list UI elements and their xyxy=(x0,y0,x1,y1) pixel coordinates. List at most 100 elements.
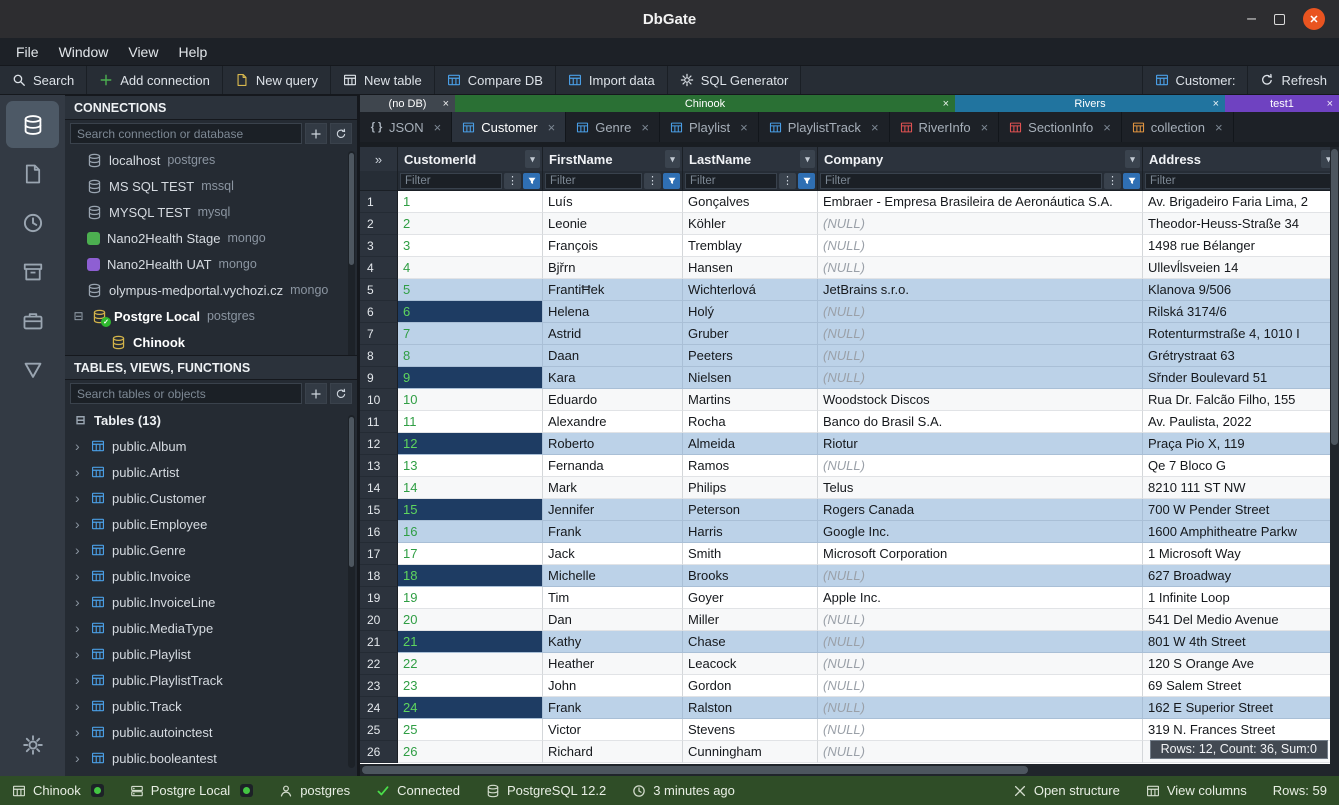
table-item-public-genre[interactable]: ›public.Genre xyxy=(65,537,357,563)
column-menu-icon[interactable]: ▾ xyxy=(525,150,540,168)
cell-firstname[interactable]: Richard xyxy=(543,741,683,763)
column-header-address[interactable]: Address▾ xyxy=(1143,147,1339,171)
table-row[interactable]: 33FrançoisTremblay(NULL)1498 rue Bélange… xyxy=(360,235,1339,257)
toolbar-add-connection[interactable]: Add connection xyxy=(87,66,223,94)
cell-address[interactable]: Klanova 9/506 xyxy=(1143,279,1339,301)
cell-lastname[interactable]: Chase xyxy=(683,631,818,653)
table-row[interactable]: 99KaraNielsen(NULL)Sřnder Boulevard 51 xyxy=(360,367,1339,389)
toolbar-compare-db[interactable]: Compare DB xyxy=(435,66,556,94)
refresh-tables-button[interactable] xyxy=(330,383,352,404)
cell-lastname[interactable]: Gruber xyxy=(683,323,818,345)
menu-view[interactable]: View xyxy=(118,44,168,60)
tab-playlist[interactable]: Playlist× xyxy=(660,112,759,142)
cell-company[interactable]: (NULL) xyxy=(818,213,1143,235)
column-header-customerid[interactable]: CustomerId▾ xyxy=(398,147,543,171)
cell-address[interactable]: Ullevĺlsveien 14 xyxy=(1143,257,1339,279)
cell-lastname[interactable]: Wichterlová xyxy=(683,279,818,301)
cell-address[interactable]: 627 Broadway xyxy=(1143,565,1339,587)
cell-company[interactable]: (NULL) xyxy=(818,631,1143,653)
cell-customerid[interactable]: 15 xyxy=(398,499,543,521)
cell-firstname[interactable]: FrantiĦek xyxy=(543,279,683,301)
cell-address[interactable]: 319 N. Frances Street xyxy=(1143,719,1339,741)
cell-lastname[interactable]: Miller xyxy=(683,609,818,631)
cell-customerid[interactable]: 13 xyxy=(398,455,543,477)
cell-firstname[interactable]: François xyxy=(543,235,683,257)
cell-customerid[interactable]: 14 xyxy=(398,477,543,499)
cell-company[interactable]: (NULL) xyxy=(818,653,1143,675)
funnel-icon[interactable] xyxy=(1123,173,1140,189)
table-row[interactable]: 2424FrankRalston(NULL)162 E Superior Str… xyxy=(360,697,1339,719)
connection-nano2health-stage[interactable]: Nano2Health Stagemongo xyxy=(65,225,357,251)
cell-customerid[interactable]: 5 xyxy=(398,279,543,301)
chevron-right-icon[interactable]: › xyxy=(75,699,84,713)
cell-lastname[interactable]: Rocha xyxy=(683,411,818,433)
cell-company[interactable]: Woodstock Discos xyxy=(818,389,1143,411)
cell-customerid[interactable]: 17 xyxy=(398,543,543,565)
table-row[interactable]: 88DaanPeeters(NULL)Grétrystraat 63 xyxy=(360,345,1339,367)
cell-lastname[interactable]: Gonçalves xyxy=(683,191,818,213)
table-row[interactable]: 1212RobertoAlmeidaRioturPraça Pio X, 119 xyxy=(360,433,1339,455)
cell-company[interactable]: (NULL) xyxy=(818,345,1143,367)
cell-company[interactable]: Microsoft Corporation xyxy=(818,543,1143,565)
tables-scrollbar[interactable] xyxy=(348,415,355,768)
column-header-company[interactable]: Company▾ xyxy=(818,147,1143,171)
table-row[interactable]: 77AstridGruber(NULL)Rotenturmstraße 4, 1… xyxy=(360,323,1339,345)
cell-firstname[interactable]: Michelle xyxy=(543,565,683,587)
tables-search-input[interactable] xyxy=(70,383,302,404)
cell-lastname[interactable]: Hansen xyxy=(683,257,818,279)
cell-firstname[interactable]: Roberto xyxy=(543,433,683,455)
connection-chinook[interactable]: Chinook xyxy=(65,329,357,355)
cell-address[interactable]: Av. Brigadeiro Faria Lima, 2 xyxy=(1143,191,1339,213)
filter-input-firstname[interactable] xyxy=(545,173,642,189)
row-number[interactable]: 5 xyxy=(360,279,398,301)
row-number[interactable]: 26 xyxy=(360,741,398,763)
toolbar-refresh[interactable]: Refresh xyxy=(1247,66,1339,94)
cell-address[interactable]: 700 W Pender Street xyxy=(1143,499,1339,521)
filter-input-address[interactable] xyxy=(1145,173,1336,189)
chevron-right-icon[interactable]: › xyxy=(75,595,84,609)
cell-company[interactable]: Banco do Brasil S.A. xyxy=(818,411,1143,433)
cell-company[interactable]: (NULL) xyxy=(818,257,1143,279)
cell-address[interactable]: 8210 111 ST NW xyxy=(1143,477,1339,499)
toolbar-customer[interactable]: Customer: xyxy=(1142,66,1248,94)
cell-company[interactable]: (NULL) xyxy=(818,609,1143,631)
close-icon[interactable]: × xyxy=(548,120,556,135)
cell-lastname[interactable]: Tremblay xyxy=(683,235,818,257)
chevron-right-icon[interactable]: › xyxy=(75,751,84,765)
cell-company[interactable]: (NULL) xyxy=(818,719,1143,741)
cell-company[interactable]: JetBrains s.r.o. xyxy=(818,279,1143,301)
close-icon[interactable]: × xyxy=(1327,98,1333,110)
row-number[interactable]: 2 xyxy=(360,213,398,235)
row-number[interactable]: 17 xyxy=(360,543,398,565)
cell-address[interactable]: Grétrystraat 63 xyxy=(1143,345,1339,367)
row-number[interactable]: 7 xyxy=(360,323,398,345)
row-number[interactable]: 19 xyxy=(360,587,398,609)
cell-firstname[interactable]: Bjřrn xyxy=(543,257,683,279)
cell-firstname[interactable]: Mark xyxy=(543,477,683,499)
table-row[interactable]: 2020DanMiller(NULL)541 Del Medio Avenue xyxy=(360,609,1339,631)
cell-company[interactable]: Riotur xyxy=(818,433,1143,455)
funnel-icon[interactable] xyxy=(798,173,815,189)
table-row[interactable]: 2222HeatherLeacock(NULL)120 S Orange Ave xyxy=(360,653,1339,675)
filter-input-customerid[interactable] xyxy=(400,173,502,189)
connection-ms-sql-test[interactable]: MS SQL TESTmssql xyxy=(65,173,357,199)
tab-group-no-db[interactable]: (no DB)× xyxy=(360,95,455,112)
table-item-public-customer[interactable]: ›public.Customer xyxy=(65,485,357,511)
row-number[interactable]: 14 xyxy=(360,477,398,499)
chevron-right-icon[interactable]: › xyxy=(75,725,84,739)
collapse-icon[interactable]: ⊟ xyxy=(72,309,85,323)
cell-company[interactable]: Telus xyxy=(818,477,1143,499)
table-item-public-autoinctest[interactable]: ›public.autoinctest xyxy=(65,719,357,745)
table-row[interactable]: 22LeonieKöhler(NULL)Theodor-Heuss-Straße… xyxy=(360,213,1339,235)
cell-customerid[interactable]: 7 xyxy=(398,323,543,345)
cell-address[interactable]: 162 E Superior Street xyxy=(1143,697,1339,719)
row-number[interactable]: 18 xyxy=(360,565,398,587)
cell-company[interactable]: (NULL) xyxy=(818,697,1143,719)
row-number[interactable]: 21 xyxy=(360,631,398,653)
table-row[interactable]: 1919TimGoyerApple Inc.1 Infinite Loop xyxy=(360,587,1339,609)
row-number[interactable]: 24 xyxy=(360,697,398,719)
cell-address[interactable]: 541 Del Medio Avenue xyxy=(1143,609,1339,631)
row-number[interactable]: 13 xyxy=(360,455,398,477)
filter-menu-icon[interactable]: ⋮ xyxy=(1104,173,1121,189)
row-number[interactable]: 12 xyxy=(360,433,398,455)
